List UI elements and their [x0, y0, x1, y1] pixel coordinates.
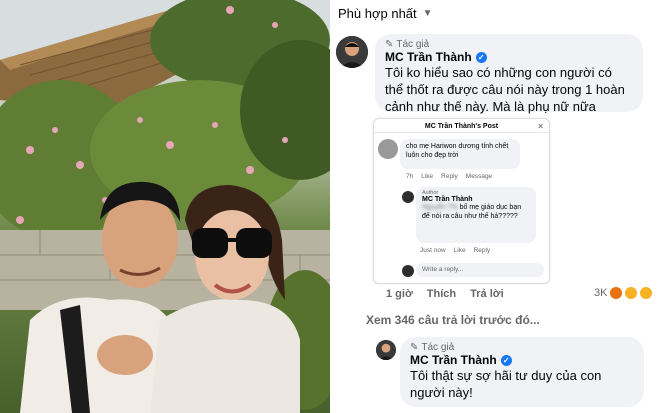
embedded-post-title: MC Trần Thành's Post	[374, 119, 549, 133]
blurred-name: Nguyễn Thị	[422, 204, 458, 211]
embedded-time: 7h	[406, 173, 414, 180]
sad-reaction-icon	[625, 287, 638, 299]
embedded-post-screenshot: MC Trần Thành's Post ✕ cho mẹ Hariwon dư…	[373, 118, 550, 284]
comment-time: 1 giờ	[386, 288, 413, 300]
embedded-reply-time: Just now	[420, 247, 446, 254]
verified-icon: ✓	[475, 51, 487, 63]
reply-link[interactable]: Trả lời	[470, 288, 504, 300]
second-comment-bubble: ✎ Tác giả MC Trần Thành ✓ Tôi thật sự sợ…	[400, 337, 644, 407]
embedded-reply-like-link[interactable]: Like	[454, 247, 466, 254]
close-icon: ✕	[537, 122, 544, 131]
avatar	[402, 265, 414, 277]
author-tag-icon: ✎	[385, 39, 394, 50]
chevron-down-icon: ▼	[422, 8, 433, 19]
author-name-text: MC Trần Thành	[385, 50, 472, 64]
embedded-reply-actions: Just now Like Reply	[420, 247, 490, 254]
avatar[interactable]	[336, 36, 368, 68]
comment-text: Tôi thật sự sợ hãi tư duy của con người …	[410, 368, 602, 400]
reply-input[interactable]: Write a reply...	[416, 263, 544, 277]
reaction-summary[interactable]: 3K	[594, 287, 653, 299]
comment-author[interactable]: MC Trần Thành ✓	[385, 50, 633, 64]
embedded-first-comment: cho mẹ Hariwon dương tính chết luôn cho …	[400, 139, 520, 169]
comment-actions: 1 giờ Thích Trả lời	[386, 288, 504, 300]
embedded-reply-text-block: Nguyễn Thị bố mẹ giáo dục bạn để nói ra …	[422, 203, 530, 221]
like-link[interactable]: Thích	[427, 288, 456, 300]
comment-author[interactable]: MC Trần Thành ✓	[410, 353, 634, 367]
embedded-message-link[interactable]: Message	[466, 173, 492, 180]
author-tag-label: Tác giả	[396, 39, 430, 50]
haha-reaction-icon	[640, 287, 653, 299]
blurred-avatar	[378, 139, 398, 159]
avatar[interactable]	[376, 340, 396, 360]
embedded-reply-reply-link[interactable]: Reply	[474, 247, 491, 254]
author-tag-label: Tác giả	[421, 342, 455, 353]
embedded-reply-author: MC Trần Thành	[422, 196, 473, 203]
view-previous-replies-link[interactable]: Xem 346 câu trả lời trước đó...	[366, 313, 540, 327]
avatar	[402, 191, 414, 203]
comments-panel: Phù hợp nhất ▼ ✎ Tác giả MC Trần Thành ✓…	[330, 0, 660, 413]
main-comment-bubble: ✎ Tác giả MC Trần Thành ✓ Tôi ko hiểu sa…	[375, 34, 643, 131]
sort-label: Phù hợp nhất	[338, 6, 417, 21]
reaction-count: 3K	[594, 287, 608, 299]
author-badge: ✎ Tác giả	[385, 39, 633, 50]
embedded-reply-link[interactable]: Reply	[441, 173, 458, 180]
embedded-first-comment-text: cho mẹ Hariwon dương tính chết luôn cho …	[406, 143, 509, 159]
author-tag-icon: ✎	[410, 342, 419, 353]
author-badge: ✎ Tác giả	[410, 342, 634, 353]
embedded-first-comment-actions: 7h Like Reply Message	[406, 173, 492, 180]
embedded-reply-bubble: Author MC Trần Thành Nguyễn Thị bố mẹ gi…	[416, 187, 536, 243]
verified-icon: ✓	[500, 354, 512, 366]
embedded-like-link[interactable]: Like	[421, 173, 433, 180]
author-name-text: MC Trần Thành	[410, 353, 497, 367]
sort-dropdown[interactable]: Phù hợp nhất ▼	[338, 6, 433, 21]
couple-selfie-photo	[0, 0, 330, 413]
angry-reaction-icon	[610, 287, 623, 299]
